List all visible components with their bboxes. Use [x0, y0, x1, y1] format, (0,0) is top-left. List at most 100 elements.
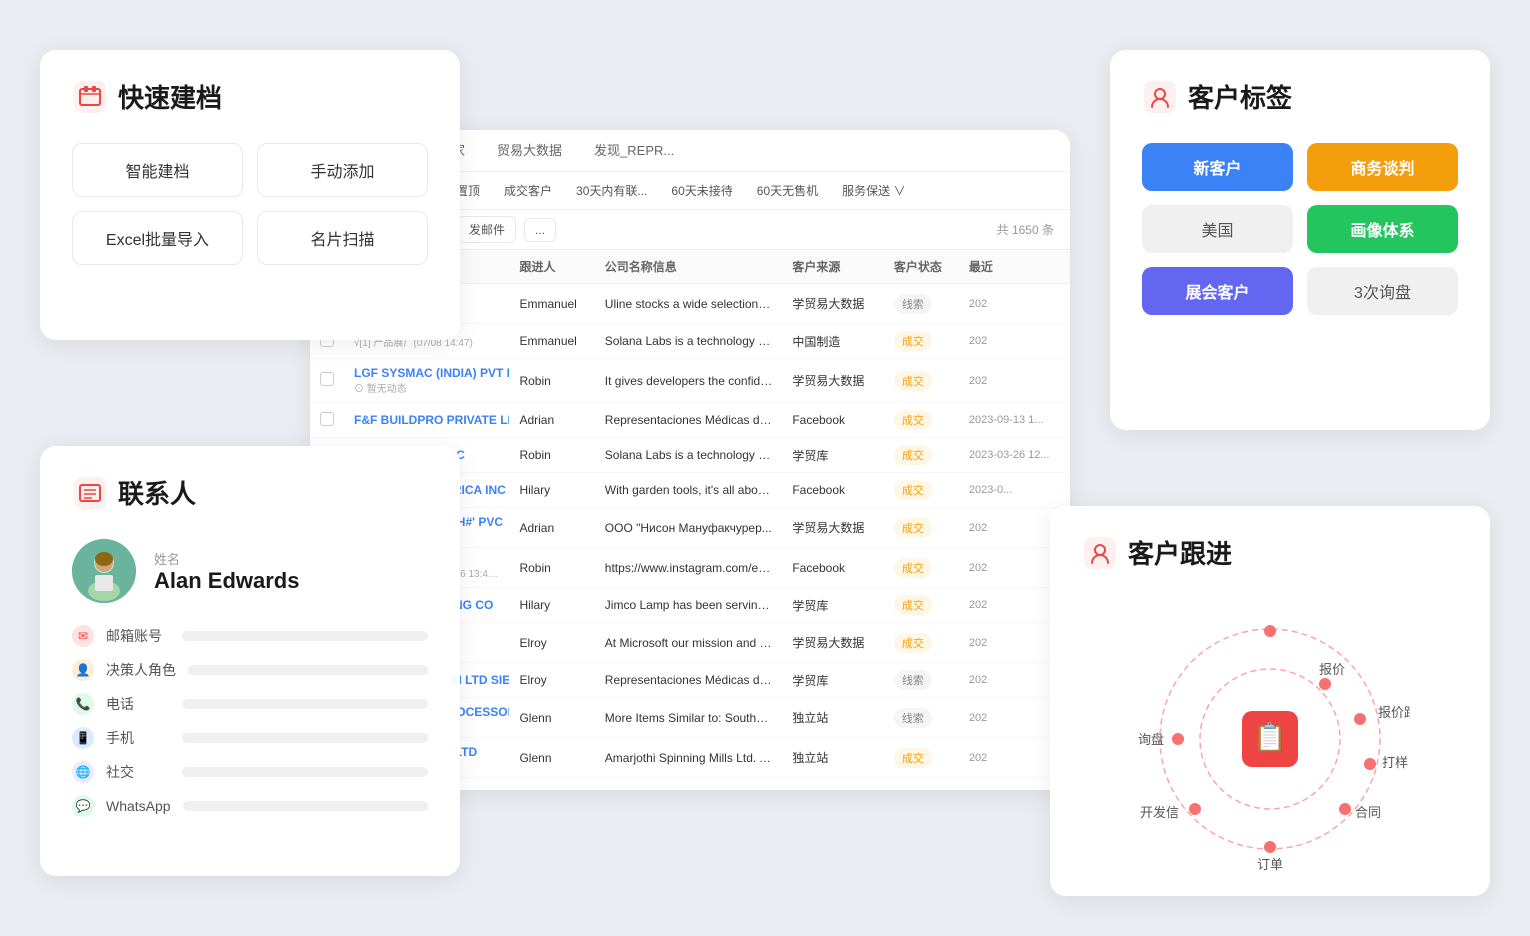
- row-person: Adrian: [509, 508, 594, 548]
- row-source: 独立站: [782, 738, 884, 778]
- contact-name-label: 姓名: [154, 549, 299, 568]
- customer-tags-card: 客户标签 新客户 商务谈判 美国 画像体系 展会客户 3次询盘: [1110, 50, 1490, 430]
- subtab-service[interactable]: 服务保送 ∨: [832, 178, 915, 203]
- th-source: 客户来源: [782, 250, 884, 284]
- contact-name-value: Alan Edwards: [154, 568, 299, 594]
- row-desc: ООО "Нисон Мануфакчурер...: [595, 508, 783, 548]
- table-total: 共 1650 条: [997, 221, 1054, 238]
- dot-inquiry: [1172, 733, 1184, 745]
- row-desc: Amarjothi Spinning Mills Ltd. Ab...: [595, 738, 783, 778]
- contact-card: 联系人 姓名 Alan Edwards ✉ 邮箱账号: [40, 446, 460, 876]
- row-desc: At Microsoft our mission and va...: [595, 623, 783, 663]
- tab-discover[interactable]: 发现_REPR...: [578, 130, 690, 171]
- quick-buttons-grid: 智能建档 手动添加 Excel批量导入 名片扫描: [72, 143, 428, 265]
- row-checkbox[interactable]: [310, 403, 344, 438]
- row-person: Elroy: [509, 663, 594, 698]
- label-inquiry: 询盘: [1138, 732, 1164, 747]
- manual-add-button[interactable]: 手动添加: [257, 143, 428, 197]
- mobile-value-bar: [182, 733, 428, 743]
- follow-title: 客户跟进: [1128, 534, 1232, 571]
- tag-portrait-system[interactable]: 画像体系: [1307, 205, 1458, 253]
- dot-order: [1264, 841, 1276, 853]
- row-status: 成交: [884, 473, 959, 508]
- customer-follow-card: 客户跟进: [1050, 506, 1490, 896]
- send-email-button[interactable]: 发邮件: [458, 216, 516, 243]
- row-person: Glenn: [509, 738, 594, 778]
- row-source: Facebook: [782, 548, 884, 588]
- tag-exhibition-customer[interactable]: 展会客户: [1142, 267, 1293, 315]
- th-desc: 公司名称信息: [595, 250, 783, 284]
- contact-card-title-row: 联系人: [72, 474, 428, 511]
- subtab-60days-noreception[interactable]: 60天未接待: [661, 178, 742, 203]
- row-person: Elroy: [509, 623, 594, 663]
- row-status: 线索: [884, 284, 959, 324]
- row-desc: Uline stocks a wide selection of...: [595, 284, 783, 324]
- contact-field-social: 🌐 社交: [72, 761, 428, 783]
- more-actions-button[interactable]: ...: [524, 218, 556, 242]
- contact-field-phone: 📞 电话: [72, 693, 428, 715]
- row-desc: Representaciones Médicas del ...: [595, 403, 783, 438]
- row-checkbox[interactable]: [310, 359, 344, 403]
- page-container: 快速建档 智能建档 手动添加 Excel批量导入 名片扫描 客户标签 新客户 商…: [0, 0, 1530, 936]
- row-desc: Representaciones Médicas del ...: [595, 663, 783, 698]
- row-company: F&F BUILDPRO PRIVATE LIMITED: [344, 403, 509, 438]
- row-person: Hilary: [509, 473, 594, 508]
- row-source: 学贸易大数据: [782, 623, 884, 663]
- row-person: Glenn: [509, 778, 594, 781]
- phone-label: 电话: [106, 694, 170, 714]
- excel-import-button[interactable]: Excel批量导入: [72, 211, 243, 265]
- mobile-icon: 📱: [72, 727, 94, 749]
- row-person: Emmanuel: [509, 324, 594, 359]
- tag-inquiry-count[interactable]: 3次询盘: [1307, 267, 1458, 315]
- row-source: 学贸易大数据: [782, 284, 884, 324]
- row-source: Facebook: [782, 473, 884, 508]
- tab-trade-bigdata[interactable]: 贸易大数据: [481, 130, 578, 171]
- email-icon: ✉: [72, 625, 94, 647]
- row-desc: https://www.instagram.com/ell...: [595, 548, 783, 588]
- row-source: 学贸库: [782, 588, 884, 623]
- subtab-deal[interactable]: 成交客户: [494, 178, 562, 203]
- contact-field-mobile: 📱 手机: [72, 727, 428, 749]
- customer-tags-icon: [1142, 79, 1178, 115]
- customer-tags-title: 客户标签: [1188, 78, 1292, 115]
- row-status: 成交: [884, 403, 959, 438]
- smart-archive-button[interactable]: 智能建档: [72, 143, 243, 197]
- row-source: 学贸易大数据: [782, 508, 884, 548]
- row-desc: It gives developers the confide...: [595, 359, 783, 403]
- dot-quote-follow: [1354, 713, 1366, 725]
- row-status: 成交: [884, 738, 959, 778]
- row-date: 202: [959, 359, 1070, 403]
- tag-usa[interactable]: 美国: [1142, 205, 1293, 253]
- row-person: Emmanuel: [509, 284, 594, 324]
- whatsapp-label: WhatsApp: [106, 798, 171, 814]
- customer-tags-title-row: 客户标签: [1142, 78, 1458, 115]
- email-value-bar: [182, 631, 428, 641]
- row-status: 成交: [884, 623, 959, 663]
- row-desc: With garden tools, it's all about ...: [595, 473, 783, 508]
- table-row[interactable]: LGF SYSMAC (INDIA) PVT LTD ⊙ 暂无动态 Robin …: [310, 359, 1070, 403]
- label-order: 订单: [1257, 857, 1283, 872]
- label-quote-follow: 报价跟进: [1378, 705, 1410, 720]
- tag-business-negotiation[interactable]: 商务谈判: [1307, 143, 1458, 191]
- row-desc: Solana Labs is a technology co...: [595, 438, 783, 473]
- row-date: 2023-0...: [959, 473, 1070, 508]
- follow-chart: 报价 报价跟进 打样 合同 订单 开发信 询盘 📋: [1130, 599, 1410, 879]
- row-desc: Solana Labs is a technology co...: [595, 324, 783, 359]
- follow-chart-svg: 报价 报价跟进 打样 合同 订单 开发信 询盘 📋: [1130, 599, 1410, 879]
- social-value-bar: [182, 767, 428, 777]
- row-person: Glenn: [509, 698, 594, 738]
- subtab-60days-nosale[interactable]: 60天无售机: [747, 178, 828, 203]
- table-row[interactable]: F&F BUILDPRO PRIVATE LIMITED Adrian Repr…: [310, 403, 1070, 438]
- card-scan-button[interactable]: 名片扫描: [257, 211, 428, 265]
- row-source: 中国制造: [782, 324, 884, 359]
- tag-new-customer[interactable]: 新客户: [1142, 143, 1293, 191]
- row-company: LGF SYSMAC (INDIA) PVT LTD ⊙ 暂无动态: [344, 359, 509, 403]
- contact-field-whatsapp: 💬 WhatsApp: [72, 795, 428, 817]
- subtab-30days[interactable]: 30天内有联...: [566, 178, 657, 203]
- row-source: 独立站: [782, 698, 884, 738]
- avatar: [72, 539, 136, 603]
- row-status: 成交: [884, 324, 959, 359]
- row-person: Hilary: [509, 588, 594, 623]
- row-status: 成交: [884, 508, 959, 548]
- dot-development: [1189, 803, 1201, 815]
